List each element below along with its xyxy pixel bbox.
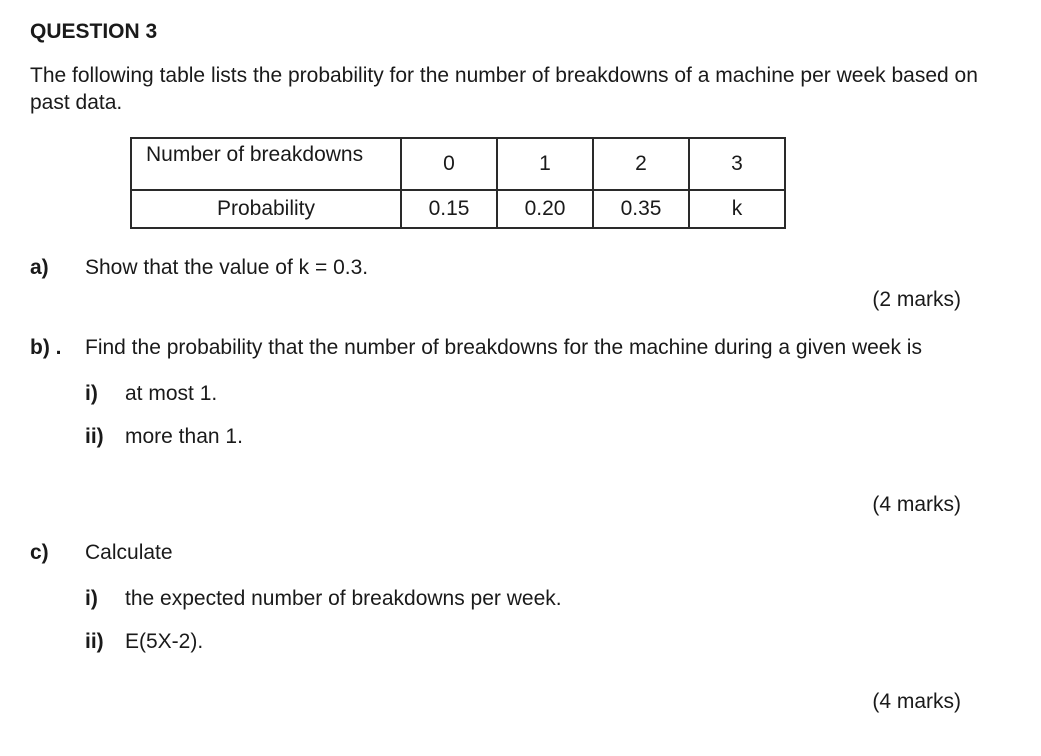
part-label-c: c) bbox=[30, 539, 85, 670]
subpart-c-ii: ii) E(5X-2). bbox=[85, 628, 1011, 656]
subpart-b-ii: ii) more than 1. bbox=[85, 423, 1011, 451]
probability-table: Number of breakdowns 0 1 2 3 Probability… bbox=[130, 137, 786, 229]
subpart-label-b-i: i) bbox=[85, 380, 125, 408]
part-c-body: Calculate i) the expected number of brea… bbox=[85, 539, 1011, 670]
question-title: QUESTION 3 bbox=[30, 20, 1011, 44]
marks-a: (2 marks) bbox=[30, 288, 961, 312]
subpart-label-c-i: i) bbox=[85, 585, 125, 613]
subpart-b-i: i) at most 1. bbox=[85, 380, 1011, 408]
subpart-c-i: i) the expected number of breakdowns per… bbox=[85, 585, 1011, 613]
subpart-b-i-text: at most 1. bbox=[125, 380, 217, 408]
col-val-2: 2 bbox=[593, 138, 689, 190]
part-b: b) . Find the probability that the numbe… bbox=[30, 334, 1011, 465]
col-val-3: 3 bbox=[689, 138, 785, 190]
subpart-c-ii-text: E(5X-2). bbox=[125, 628, 203, 656]
table-row: Probability 0.15 0.20 0.35 k bbox=[131, 190, 785, 228]
part-a-text: Show that the value of k = 0.3. bbox=[85, 254, 1011, 282]
col-val-0: 0 bbox=[401, 138, 497, 190]
prob-val-0: 0.15 bbox=[401, 190, 497, 228]
part-label-a: a) bbox=[30, 254, 85, 282]
marks-c: (4 marks) bbox=[30, 690, 961, 714]
marks-b: (4 marks) bbox=[30, 493, 961, 517]
header-cell-probability: Probability bbox=[131, 190, 401, 228]
intro-text: The following table lists the probabilit… bbox=[30, 62, 1011, 117]
col-val-1: 1 bbox=[497, 138, 593, 190]
subpart-label-c-ii: ii) bbox=[85, 628, 125, 656]
prob-val-2: 0.35 bbox=[593, 190, 689, 228]
part-label-b: b) . bbox=[30, 334, 85, 465]
part-a: a) Show that the value of k = 0.3. bbox=[30, 254, 1011, 282]
probability-table-wrap: Number of breakdowns 0 1 2 3 Probability… bbox=[130, 137, 1011, 229]
prob-val-3: k bbox=[689, 190, 785, 228]
part-c-text: Calculate bbox=[85, 541, 173, 564]
table-row: Number of breakdowns 0 1 2 3 bbox=[131, 138, 785, 190]
subpart-c-i-text: the expected number of breakdowns per we… bbox=[125, 585, 562, 613]
subpart-b-ii-text: more than 1. bbox=[125, 423, 243, 451]
subpart-label-b-ii: ii) bbox=[85, 423, 125, 451]
part-c: c) Calculate i) the expected number of b… bbox=[30, 539, 1011, 670]
header-cell-breakdowns: Number of breakdowns bbox=[131, 138, 401, 190]
part-b-text: Find the probability that the number of … bbox=[85, 336, 922, 359]
part-b-body: Find the probability that the number of … bbox=[85, 334, 1011, 465]
prob-val-1: 0.20 bbox=[497, 190, 593, 228]
